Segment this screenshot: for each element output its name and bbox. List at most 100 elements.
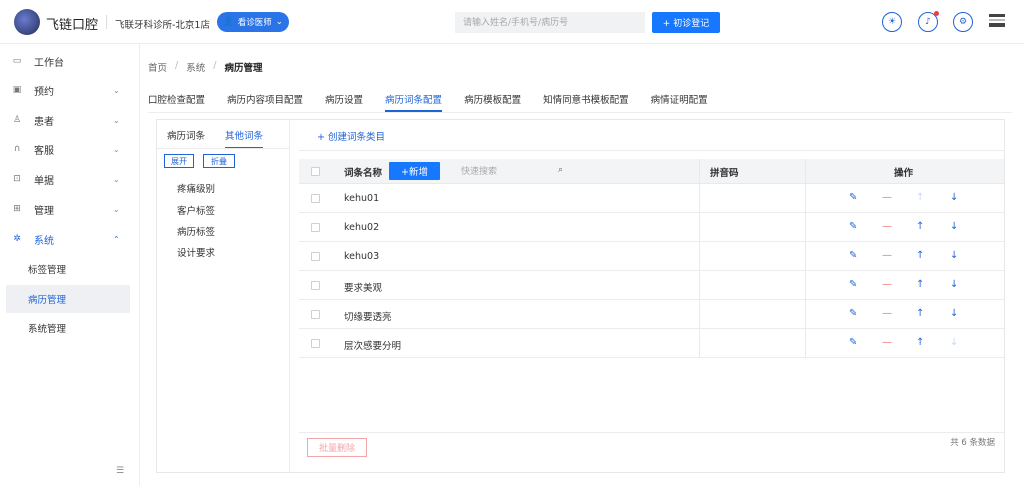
column-divider [699,159,700,183]
move-up-icon[interactable]: ↑ [916,308,924,319]
sidebar-item-workbench[interactable]: ▭ 工作台 [0,46,140,76]
edit-icon[interactable]: ✎ [849,337,857,348]
column-divider [699,329,700,357]
terms-table: 词条名称 +新增 ⌕ 拼音码 操作 kehu01 ✎ — ↑ [299,159,1004,358]
edit-icon[interactable]: ✎ [849,279,857,290]
settings-icon[interactable]: ⚙ [953,12,973,32]
sidebar-item-system[interactable]: ✲ 系统 ⌃ [0,224,140,254]
move-down-icon[interactable]: ↓ [950,221,958,232]
collapse-button[interactable]: 折叠 [203,154,235,168]
move-down-icon[interactable]: ↓ [950,192,958,203]
chevron-up-icon: ⌃ [113,234,120,244]
sidebar-item-appointment[interactable]: ▣ 预约 ⌄ [0,75,140,105]
expand-button[interactable]: 展开 [164,154,194,168]
create-category-link[interactable]: + 创建词条类目 [317,129,385,143]
clinic-name: 飞联牙科诊所-北京1店 [115,20,210,31]
logo-text: 飞链口腔 [46,18,99,33]
tab-oral-exam[interactable]: 口腔检查配置 [148,86,205,112]
row-checkbox[interactable] [311,281,320,290]
sidebar-item-documents[interactable]: ⊡ 单据 ⌄ [0,164,140,194]
tab-other-terms[interactable]: 其他词条 [225,128,264,149]
sidebar-item-label: 患者 [34,116,54,128]
table-row: 切缘要透亮 ✎ — ↑ ↓ [299,300,1004,329]
sidebar-item-label: 预约 [34,86,54,98]
sidebar-item-label: 单据 [34,175,54,187]
breadcrumb-system[interactable]: 系统 [186,60,205,74]
chevron-down-icon: ⌄ [113,204,120,214]
move-up-icon[interactable]: ↑ [916,337,924,348]
delete-icon[interactable]: — [882,192,892,203]
tab-record-terms[interactable]: 病历词条配置 [385,86,443,112]
total-count: 共 6 条数据 [950,438,995,448]
quick-search-input[interactable] [451,163,569,180]
tab-record-settings[interactable]: 病历设置 [325,86,363,112]
table-row: kehu01 ✎ — ↑ ↓ [299,184,1004,213]
sidebar-subitem-tags[interactable]: 标签管理 [0,255,140,283]
category-item[interactable]: 疼痛级别 [177,181,215,195]
chevron-down-icon: ⌄ [113,115,120,125]
menu-icon[interactable] [988,12,1006,30]
move-up-icon[interactable]: ↑ [916,279,924,290]
row-checkbox[interactable] [311,223,320,232]
sidebar-item-patient[interactable]: ♙ 患者 ⌄ [0,105,140,135]
first-visit-register-button[interactable]: + 初诊登记 [652,12,720,33]
category-item[interactable]: 病历标签 [177,224,215,238]
select-all-checkbox[interactable] [311,167,320,176]
delete-icon[interactable]: — [882,250,892,261]
chevron-down-icon: ⌄ [113,144,120,154]
move-down-icon[interactable]: ↓ [950,250,958,261]
footer-divider [299,432,1005,433]
delete-icon[interactable]: — [882,279,892,290]
tab-consent-templates[interactable]: 知情同意书模板配置 [543,86,629,112]
delete-icon[interactable]: — [882,308,892,319]
doctor-select-label: 看诊医师 [237,18,272,28]
column-divider [699,300,700,328]
collapse-sidebar-icon[interactable]: ☰ [116,466,124,476]
patient-search-input[interactable] [455,12,645,33]
row-checkbox[interactable] [311,339,320,348]
column-divider [699,184,700,212]
doctor-select-button[interactable]: 👤 看诊医师 ⌄ [217,12,289,32]
term-list-panel: + 创建词条类目 词条名称 +新增 ⌕ 拼音码 操作 kehu01 [299,120,1005,472]
bulk-delete-button[interactable]: 批量删除 [307,438,367,457]
term-name: 层次感要分明 [344,341,402,352]
delete-icon[interactable]: — [882,337,892,348]
sidebar-subitem-records[interactable]: 病历管理 [6,285,130,313]
move-up-icon: ↑ [916,192,925,203]
tab-condition-certificate[interactable]: 病情证明配置 [651,86,708,112]
move-down-icon[interactable]: ↓ [950,279,958,290]
sidebar-subitem-system-mgmt[interactable]: 系统管理 [0,314,140,342]
category-item[interactable]: 客户标签 [177,203,215,217]
tab-record-terms-list[interactable]: 病历词条 [167,128,205,149]
edit-icon[interactable]: ✎ [849,192,857,203]
document-icon: ⊡ [13,174,21,184]
header-divider [106,15,107,29]
row-checkbox[interactable] [311,194,320,203]
sidebar-item-management[interactable]: ⊞ 管理 ⌄ [0,194,140,224]
add-term-button[interactable]: +新增 [389,162,440,180]
category-item[interactable]: 设计要求 [177,245,215,259]
panel-divider [299,150,1005,151]
edit-icon[interactable]: ✎ [849,308,857,319]
edit-icon[interactable]: ✎ [849,221,857,232]
tab-record-content[interactable]: 病历内容项目配置 [227,86,303,112]
delete-icon[interactable]: — [882,221,892,232]
edit-icon[interactable]: ✎ [849,250,857,261]
row-checkbox[interactable] [311,310,320,319]
search-icon[interactable]: ⌕ [558,165,563,175]
tabs-divider [148,112,1012,113]
sun-icon[interactable]: ☀ [882,12,902,32]
row-checkbox[interactable] [311,252,320,261]
sidebar-item-service[interactable]: ∩ 客服 ⌄ [0,134,140,164]
term-name: kehu01 [344,193,380,204]
category-divider [157,148,290,149]
move-up-icon[interactable]: ↑ [916,250,924,261]
breadcrumb-home[interactable]: 首页 [148,60,167,74]
tab-record-templates[interactable]: 病历模板配置 [464,86,521,112]
chevron-down-icon: ⌄ [113,85,120,95]
chevron-down-icon: ⌄ [113,174,120,184]
move-down-icon[interactable]: ↓ [950,308,958,319]
sidebar-item-label: 客服 [34,145,54,157]
move-up-icon[interactable]: ↑ [916,221,924,232]
bell-icon[interactable]: ♪ [918,11,939,32]
